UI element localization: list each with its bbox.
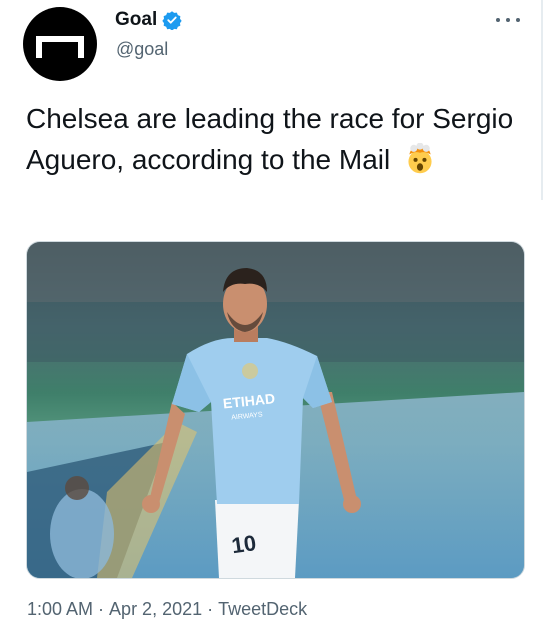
- tweet-date[interactable]: Apr 2, 2021: [109, 599, 202, 619]
- author-avatar[interactable]: [23, 7, 97, 81]
- more-options-icon[interactable]: [496, 10, 520, 30]
- tweet-meta: 1:00 AM · Apr 2, 2021 · TweetDeck: [27, 599, 307, 620]
- tweet-time[interactable]: 1:00 AM: [27, 599, 93, 619]
- shorts-number: 10: [230, 530, 258, 558]
- author-display-name[interactable]: Goal: [115, 9, 157, 31]
- tweet-source[interactable]: TweetDeck: [218, 599, 307, 619]
- verified-badge-icon: [162, 11, 182, 30]
- meta-separator-2: ·: [207, 599, 214, 619]
- edge-divider: [541, 0, 543, 200]
- tweet-card: Goal @goal Chelsea are leading the race …: [0, 0, 548, 640]
- author-handle[interactable]: @goal: [116, 39, 168, 60]
- exploding-head-emoji-icon: [408, 143, 432, 174]
- tweet-text-block: Chelsea are leading the race for Sergio …: [26, 98, 526, 180]
- author-name-row[interactable]: Goal: [115, 7, 182, 33]
- tweet-photo[interactable]: 10 ETIHAD AIRWAYS: [26, 241, 525, 579]
- meta-separator: ·: [98, 599, 105, 619]
- tweet-text: Chelsea are leading the race for Sergio …: [26, 103, 514, 175]
- goal-logo-icon: [36, 36, 84, 58]
- player-photo-image: 10 ETIHAD AIRWAYS: [27, 242, 524, 578]
